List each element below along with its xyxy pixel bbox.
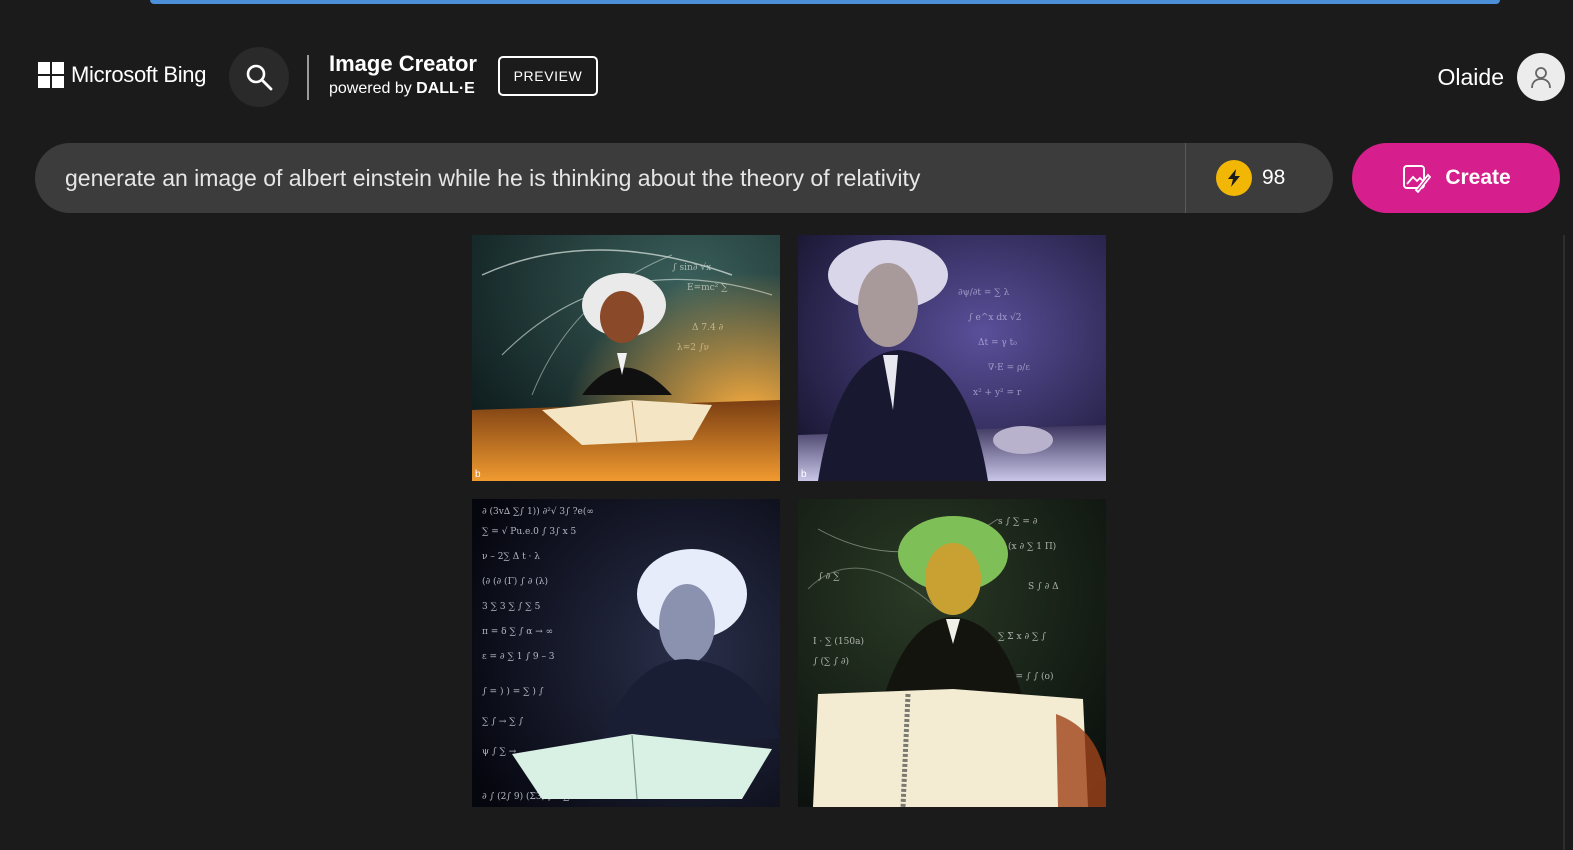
- result-image-1[interactable]: ∫ sin∂ √x E=mc² ∑ Δ 7.4 ∂ λ=2 ∫ν b: [472, 235, 780, 481]
- svg-text:(x ∂ ∑ 1 Π): (x ∂ ∑ 1 Π): [1008, 541, 1056, 552]
- svg-text:S ∫ ∂ Δ: S ∫ ∂ Δ: [1028, 582, 1059, 592]
- prompt-divider: [1185, 143, 1186, 213]
- preview-badge: PREVIEW: [498, 56, 598, 96]
- prompt-input[interactable]: [65, 143, 1180, 213]
- svg-text:ψ ∫ ∑ →: ψ ∫ ∑ →: [482, 747, 517, 757]
- svg-text:∂ψ/∂t = ∑ λ: ∂ψ/∂t = ∑ λ: [958, 288, 1010, 298]
- header-divider: [307, 55, 309, 100]
- result-image-2[interactable]: ∂ψ/∂t = ∑ λ ∫ e^x dx √2 Δt = γ t₀ ∇·E = …: [798, 235, 1106, 481]
- bing-brand-link[interactable]: Microsoft Bing: [38, 62, 206, 88]
- einstein-image-1: ∫ sin∂ √x E=mc² ∑ Δ 7.4 ∂ λ=2 ∫ν: [472, 235, 780, 481]
- svg-text:∑ Σ x ∂ ∑ ∫: ∑ Σ x ∂ ∑ ∫: [998, 632, 1046, 642]
- svg-text:s ∫ ∑ = ∂: s ∫ ∑ = ∂: [998, 517, 1037, 527]
- result-image-3[interactable]: ∂ (3v∆ ∑∫ 1)) ∂²√ 3∫ ?e(∞ ∑ = √ Pu.e.0 ∫…: [472, 499, 780, 807]
- svg-text:ε = ∂ ∑ 1 ∫ 9 – 3: ε = ∂ ∑ 1 ∫ 9 – 3: [482, 652, 555, 662]
- svg-text:∫ = ) ) = ∑ ) ∫: ∫ = ) ) = ∑ ) ∫: [482, 686, 544, 697]
- einstein-image-3: ∂ (3v∆ ∑∫ 1)) ∂²√ 3∫ ?e(∞ ∑ = √ Pu.e.0 ∫…: [472, 499, 780, 807]
- einstein-image-4: s ∫ ∑ = ∂ (x ∂ ∑ 1 Π) ∫ ∂ ∑ S ∫ ∂ Δ I · …: [798, 499, 1106, 807]
- user-icon: [1531, 67, 1551, 89]
- brand-label: Microsoft Bing: [71, 62, 207, 87]
- svg-text:I · ∑ (150a): I · ∑ (150a): [813, 636, 864, 647]
- search-button[interactable]: [229, 47, 289, 107]
- search-icon: [246, 64, 273, 91]
- avatar[interactable]: [1517, 53, 1565, 101]
- boosts-counter[interactable]: 98: [1216, 160, 1285, 196]
- svg-text:3 ∑ 3 ∑ ∫ ∑ 5: 3 ∑ 3 ∑ ∫ ∑ 5: [482, 602, 541, 612]
- engine-label: DALL·E: [416, 80, 475, 97]
- svg-text:∫ e^x dx √2: ∫ e^x dx √2: [968, 312, 1022, 323]
- svg-text:∑ ∫ → ∑ ∫: ∑ ∫ → ∑ ∫: [482, 717, 524, 727]
- boost-count: 98: [1262, 166, 1286, 189]
- user-menu[interactable]: Olaide: [1438, 53, 1565, 101]
- results-grid: ∫ sin∂ √x E=mc² ∑ Δ 7.4 ∂ λ=2 ∫ν b: [472, 235, 1108, 807]
- svg-text:π = δ ∑ ∫ α → ∞: π = δ ∑ ∫ α → ∞: [482, 627, 553, 637]
- svg-text:ν – 2∑ Δ t · λ: ν – 2∑ Δ t · λ: [482, 552, 540, 562]
- prompt-bar: 98: [35, 143, 1333, 213]
- create-label: Create: [1445, 166, 1511, 189]
- svg-text:(∂ (∂ (Γ) ∫ ∂ (λ): (∂ (∂ (Γ) ∫ ∂ (λ): [482, 576, 548, 587]
- svg-text:∇·E = ρ/ε: ∇·E = ρ/ε: [988, 363, 1030, 373]
- microsoft-logo-icon: [38, 62, 64, 88]
- product-title: Image Creator: [329, 51, 477, 76]
- scrollbar-track[interactable]: [1563, 235, 1565, 850]
- svg-text:∑ = √ Pu.e.0 ∫ 3∫ x 5: ∑ = √ Pu.e.0 ∫ 3∫ x 5: [482, 526, 577, 537]
- powered-by-label: powered by: [329, 80, 412, 97]
- create-image-icon: [1403, 165, 1432, 193]
- boost-coin-icon: [1216, 160, 1252, 196]
- svg-text:Δt = γ t₀: Δt = γ t₀: [978, 338, 1017, 348]
- svg-text:∂ (3v∆ ∑∫ 1)) ∂²√ 3∫ ?e(∞: ∂ (3v∆ ∑∫ 1)) ∂²√ 3∫ ?e(∞: [482, 506, 594, 517]
- header: Microsoft Bing Image Creator powered by …: [0, 0, 1573, 140]
- create-button[interactable]: Create: [1352, 143, 1560, 213]
- einstein-image-2: ∂ψ/∂t = ∑ λ ∫ e^x dx √2 Δt = γ t₀ ∇·E = …: [798, 235, 1106, 481]
- product-title-block[interactable]: Image Creator powered by DALL·E: [329, 50, 477, 100]
- svg-text:∫ (∑ ∫ ∂): ∫ (∑ ∫ ∂): [813, 656, 849, 667]
- result-image-4[interactable]: s ∫ ∑ = ∂ (x ∂ ∑ 1 Π) ∫ ∂ ∑ S ∫ ∂ Δ I · …: [798, 499, 1106, 807]
- watermark-icon: b: [475, 469, 481, 480]
- user-name: Olaide: [1437, 63, 1504, 90]
- lightning-icon: [1228, 169, 1240, 187]
- watermark-icon: b: [801, 469, 807, 480]
- svg-text:x² + y² = r: x² + y² = r: [973, 388, 1022, 398]
- product-subtitle: powered by DALL·E: [329, 78, 477, 100]
